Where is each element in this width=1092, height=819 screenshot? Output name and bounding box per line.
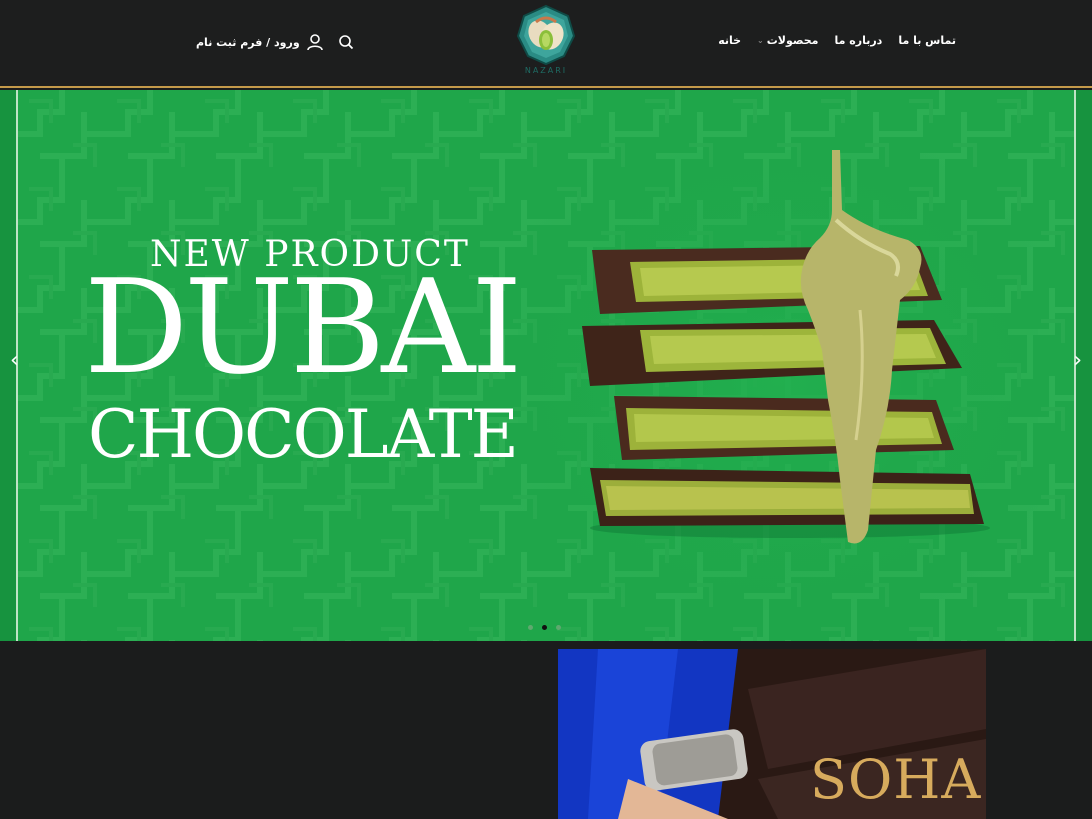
account-area: ورود / فرم ثبت نام — [196, 33, 354, 51]
nav-item-label: درباره ما — [834, 34, 883, 47]
login-register-link[interactable]: ورود / فرم ثبت نام — [196, 33, 324, 51]
hero-slider: NEW PRODUCT DUBAI CHOCOLATE ‹ › — [0, 90, 1092, 641]
slider-pagination — [528, 625, 561, 630]
nav-item-contact[interactable]: تماس با ما — [898, 34, 956, 47]
chocolate-bar-third — [614, 396, 954, 460]
site-header: خانه محصولات ⌄ درباره ما تماس با ما NAZA… — [0, 0, 1092, 88]
chocolate-bar-bottom — [590, 468, 984, 526]
login-register-label: ورود / فرم ثبت نام — [196, 35, 300, 49]
slider-next-arrow[interactable]: › — [1073, 348, 1082, 373]
hero-title: DUBAI — [84, 251, 523, 403]
slider-dot-1[interactable] — [528, 625, 533, 630]
chocolate-bar-second — [582, 320, 962, 386]
chocolate-bars-image — [582, 150, 990, 544]
site-logo[interactable]: NAZARI — [516, 4, 576, 76]
chevron-down-icon: ⌄ — [757, 36, 764, 45]
promo-brand-text: SOHA — [810, 748, 982, 811]
nav-item-label: محصولات — [766, 34, 819, 47]
user-icon — [306, 33, 324, 51]
nav-item-products[interactable]: محصولات ⌄ — [757, 34, 818, 47]
slider-dot-2[interactable] — [542, 625, 547, 630]
pistachio-logo-icon — [516, 4, 576, 66]
nav-item-about[interactable]: درباره ما — [834, 34, 882, 47]
promo-banner[interactable]: SOHA — [558, 649, 986, 819]
main-nav: خانه محصولات ⌄ درباره ما تماس با ما — [718, 34, 956, 47]
nav-item-label: خانه — [718, 34, 742, 47]
nav-item-home[interactable]: خانه — [718, 34, 741, 47]
nav-item-label: تماس با ما — [898, 34, 956, 47]
slider-dot-3[interactable] — [556, 625, 561, 630]
search-icon[interactable] — [338, 34, 354, 50]
slider-prev-arrow[interactable]: ‹ — [10, 348, 19, 373]
logo-wordmark: NAZARI — [524, 66, 568, 75]
hero-subtitle: CHOCOLATE — [88, 396, 519, 473]
